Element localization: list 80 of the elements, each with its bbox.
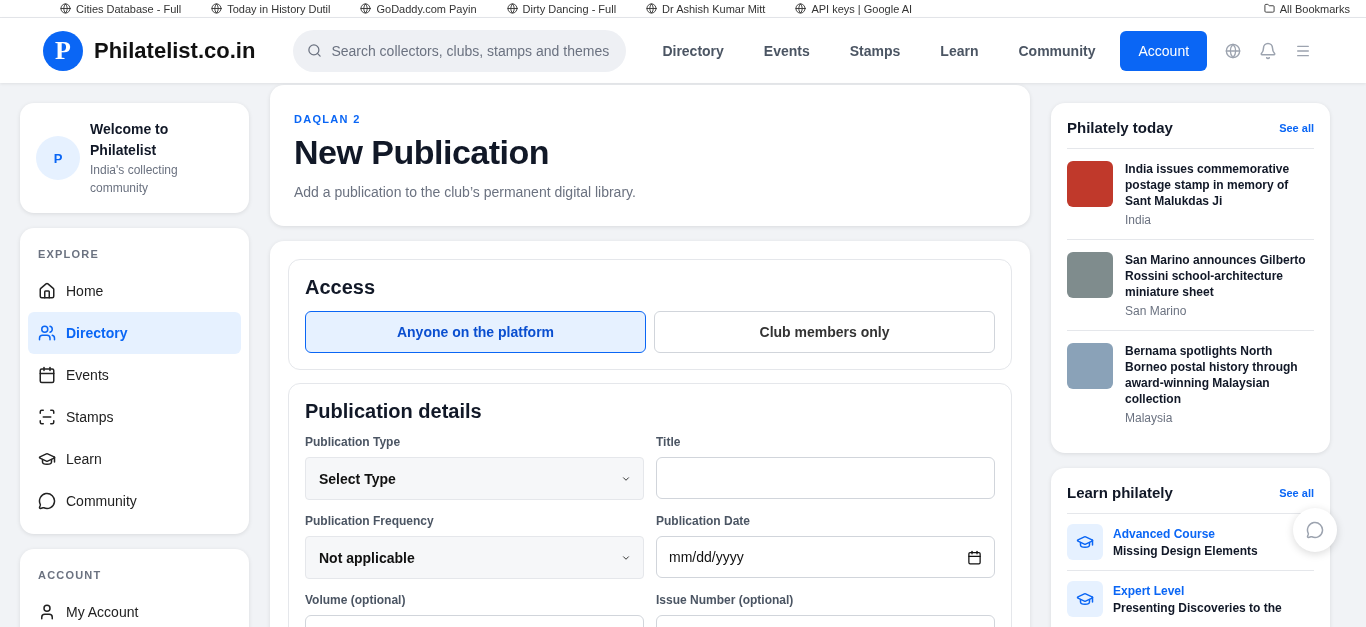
graduation-cap-icon (1067, 524, 1103, 560)
see-all-link[interactable]: See all (1279, 121, 1314, 134)
section-heading: EXPLORE (37, 247, 100, 262)
page-subtitle: Add a publication to the club’s permanent digital library. (294, 184, 637, 200)
course-title[interactable]: Presenting Discoveries to the (1113, 600, 1282, 615)
nav-link[interactable]: Events (763, 42, 810, 59)
globe-icon[interactable] (1225, 42, 1242, 59)
see-all-link[interactable]: See all (1279, 486, 1314, 499)
club-name: DAQLAN 2 (294, 113, 362, 125)
globe-icon (795, 3, 807, 14)
logo: P (43, 30, 83, 71)
news-title[interactable]: Bernama spotlights North Borneo postal history through award-winning Malaysian collection (1125, 343, 1314, 407)
nav-link[interactable]: Stamps (849, 42, 901, 59)
select-field[interactable]: Not applicable (305, 536, 644, 579)
news-country: Malaysia (1125, 411, 1174, 425)
sidebar-item[interactable]: My Account (28, 591, 241, 627)
welcome-subtitle: India's collecting community (90, 162, 179, 197)
field-label: Volume (optional) (305, 593, 407, 607)
globe-icon (506, 3, 518, 14)
calendar-icon (38, 366, 56, 384)
chat-bubble-icon (1306, 521, 1324, 539)
field-label: Issue Number (optional) (656, 593, 795, 607)
graduation-cap-icon (38, 450, 56, 468)
home-icon (38, 282, 56, 300)
sidebar-item[interactable]: Community (28, 480, 241, 522)
bookmark[interactable]: Dirty Dancing - Full (506, 2, 617, 15)
chat-bubble-icon (38, 492, 56, 510)
user-icon (38, 603, 56, 621)
date-field[interactable]: mm/dd/yyyy (656, 536, 995, 578)
bookmark[interactable]: Dr Ashish Kumar Mitt (646, 2, 766, 15)
access-option[interactable]: Club members only (654, 311, 995, 353)
access-option[interactable]: Anyone on the platform (305, 311, 646, 353)
avatar: P (36, 136, 80, 180)
section-heading: ACCOUNT (37, 568, 103, 583)
notification-bell-icon[interactable] (1259, 41, 1278, 60)
news-country: India (1125, 213, 1153, 227)
course-title[interactable]: Missing Design Elements (1113, 543, 1258, 558)
globe-icon (646, 3, 658, 14)
globe-icon (60, 3, 71, 14)
page-title: New Publication (294, 133, 551, 172)
sidebar-item[interactable]: Learn (28, 438, 241, 480)
folder-icon (1263, 3, 1275, 14)
sidebar-item[interactable]: Home (28, 270, 241, 312)
globe-icon (211, 3, 223, 14)
nav-link[interactable]: Community (1018, 42, 1096, 59)
stamp-icon (38, 408, 56, 426)
field-label: Publication Type (305, 435, 402, 449)
bookmark[interactable]: Today in History Dutil (211, 2, 331, 15)
nav-link[interactable]: Directory (662, 42, 724, 59)
sidebar-item[interactable]: Directory (28, 312, 241, 354)
people-icon (38, 324, 56, 342)
bookmark[interactable]: API keys | Google AI (795, 2, 913, 15)
sidebar-item[interactable]: Stamps (28, 396, 241, 438)
bookmark[interactable]: All Bookmarks (1263, 2, 1350, 15)
search-icon (307, 42, 323, 58)
search-field[interactable]: Search collectors, clubs, stamps and themes (293, 29, 627, 72)
globe-icon (360, 3, 372, 14)
field-label: Publication Date (656, 514, 751, 528)
section-title: Access (305, 276, 377, 299)
news-country: San Marino (1125, 304, 1188, 318)
section-title: Publication details (305, 400, 483, 423)
field-label: Title (656, 435, 682, 449)
course-level[interactable]: Advanced Course (1113, 526, 1258, 541)
calendar-icon (967, 549, 982, 565)
bookmark[interactable]: Cities Database - Full (60, 2, 182, 15)
bookmark[interactable]: GoDaddy.com Payin (360, 2, 477, 15)
news-title[interactable]: India issues commemorative postage stamp in memory of Sant Malukdas Ji (1125, 161, 1314, 209)
card-title: Learn philately (1067, 484, 1173, 501)
graduation-cap-icon (1067, 581, 1103, 617)
input-field[interactable] (656, 457, 995, 499)
course-level[interactable]: Expert Level (1113, 583, 1282, 598)
field-label: Publication Frequency (305, 514, 435, 528)
welcome-title: Welcome to Philatelist (90, 120, 170, 160)
nav-link[interactable]: Learn (940, 42, 979, 59)
select-field[interactable]: Select Type (305, 457, 644, 500)
account-button[interactable]: Account (1120, 30, 1208, 71)
card-title: Philately today (1067, 119, 1173, 136)
sidebar-item[interactable]: Events (28, 354, 241, 396)
site-name[interactable]: Philatelist.co.in (94, 37, 256, 64)
news-title[interactable]: San Marino announces Gilberto Rossini school-architecture miniature sheet (1125, 252, 1314, 300)
